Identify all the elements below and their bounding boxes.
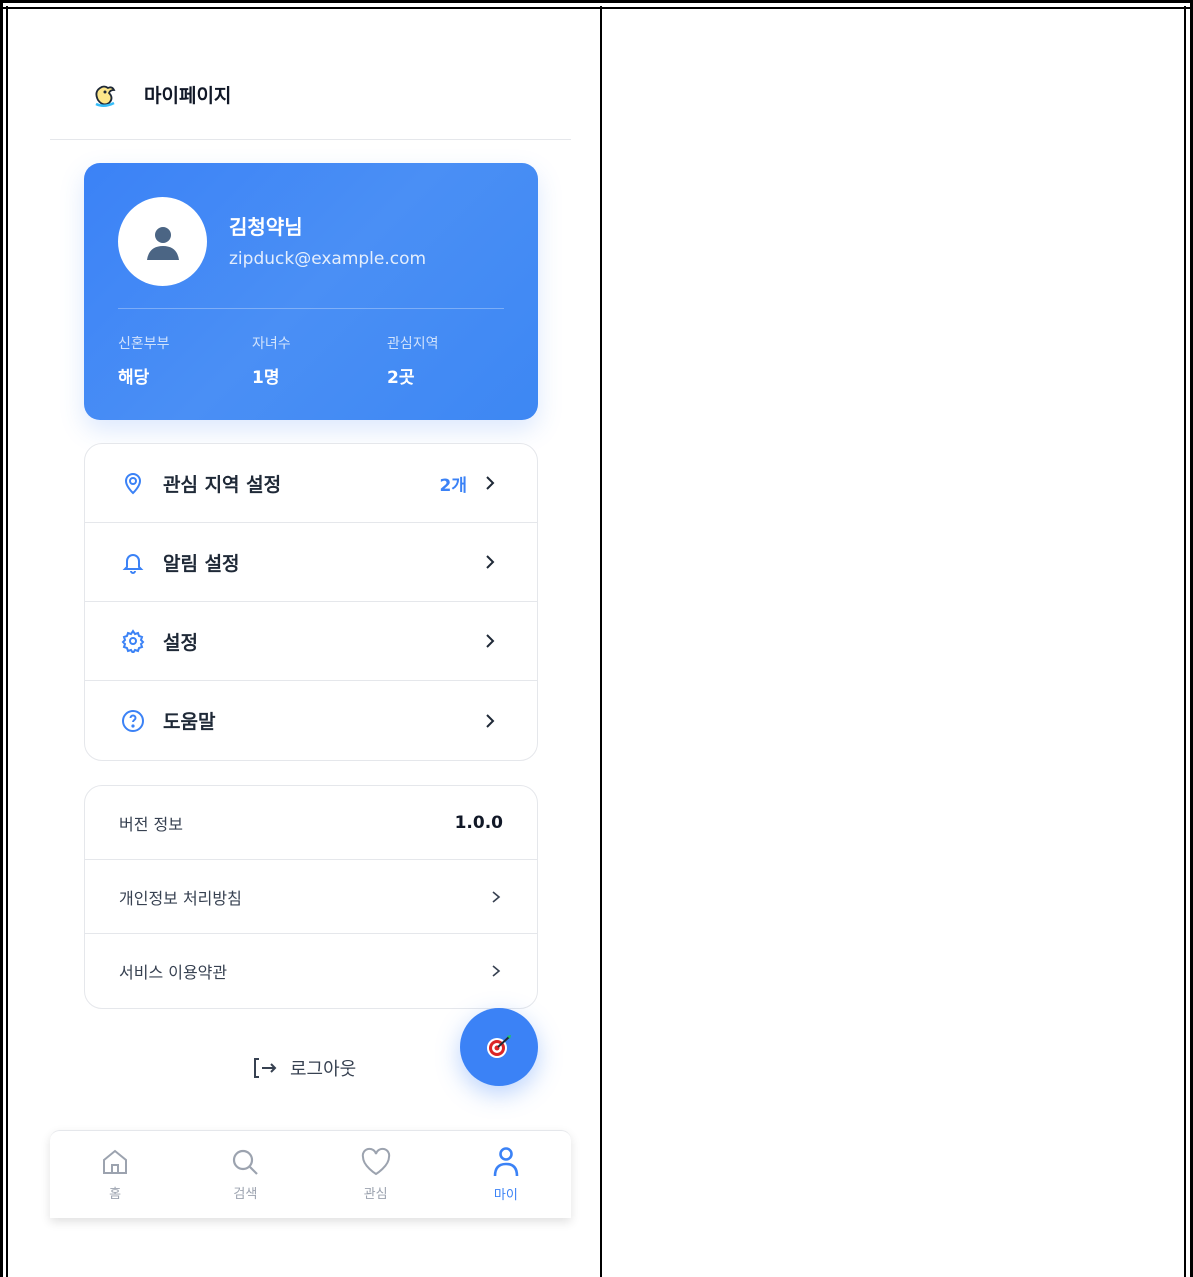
page-title: 마이페이지 — [144, 85, 232, 107]
version-value: 1.0.0 — [454, 812, 503, 833]
home-icon — [103, 1149, 128, 1174]
chevron-right-icon — [483, 634, 497, 648]
bottom-tab-bar: 홈 검색 관심 마이 — [50, 1130, 571, 1218]
stat-value: 2곳 — [387, 368, 415, 388]
chevron-right-icon — [489, 890, 503, 904]
tab-label: 검색 — [233, 1187, 258, 1202]
menu-label: 알림 설정 — [163, 552, 240, 575]
menu-item-interest-region[interactable]: 관심 지역 설정 2개 — [85, 444, 537, 523]
app-info-card: 버전 정보 1.0.0 개인정보 처리방침 서비스 이용약관 — [84, 785, 538, 1009]
profile-email: zipduck@example.com — [229, 249, 427, 269]
tab-label: 마이 — [493, 1188, 518, 1203]
tab-my[interactable]: 마이 — [441, 1131, 571, 1218]
stat-newlywed: 신혼부부 해당 — [118, 333, 170, 388]
gear-icon — [119, 627, 147, 655]
privacy-policy-row[interactable]: 개인정보 처리방침 — [85, 860, 537, 934]
chevron-right-icon — [483, 476, 497, 490]
frame-right-border — [1184, 6, 1186, 1277]
tab-favorites[interactable]: 관심 — [311, 1131, 441, 1218]
stat-value: 해당 — [118, 368, 150, 388]
version-row: 버전 정보 1.0.0 — [85, 786, 537, 860]
stat-value: 1명 — [252, 368, 280, 388]
stat-interest-region: 관심지역 2곳 — [387, 333, 439, 388]
menu-item-help[interactable]: 도움말 — [85, 681, 537, 760]
stat-children: 자녀수 1명 — [252, 333, 291, 388]
floating-action-button[interactable] — [460, 1008, 538, 1086]
frame-column-divider — [600, 6, 602, 1277]
terms-of-service-row[interactable]: 서비스 이용약관 — [85, 934, 537, 1008]
tab-home[interactable]: 홈 — [50, 1131, 180, 1218]
stat-label: 관심지역 — [387, 336, 439, 352]
menu-item-notifications[interactable]: 알림 설정 — [85, 523, 537, 602]
user-silhouette-icon — [146, 226, 179, 260]
privacy-policy-label: 개인정보 처리방침 — [119, 888, 242, 908]
chevron-right-icon — [483, 713, 497, 728]
avatar[interactable] — [118, 197, 207, 286]
logout-label: 로그아웃 — [290, 1059, 357, 1080]
stat-label: 자녀수 — [252, 336, 291, 352]
search-icon — [233, 1149, 259, 1175]
profile-card[interactable]: 김청약님 zipduck@example.com 신혼부부 해당 자녀수 1명 … — [84, 163, 538, 420]
target-dart-icon — [487, 1035, 511, 1058]
user-icon — [493, 1147, 519, 1177]
heart-icon — [361, 1147, 390, 1176]
menu-item-settings[interactable]: 설정 — [85, 602, 537, 681]
tab-label: 홈 — [109, 1187, 122, 1202]
interest-region-count: 2개 — [439, 475, 467, 496]
menu-label: 설정 — [163, 631, 198, 654]
menu-label: 도움말 — [163, 711, 216, 733]
duck-logo-icon — [90, 80, 120, 110]
bell-icon — [119, 548, 147, 576]
frame-left-border — [6, 6, 8, 1277]
stat-label: 신혼부부 — [118, 336, 170, 352]
page-header: 마이페이지 — [50, 50, 571, 140]
menu-label: 관심 지역 설정 — [163, 473, 282, 496]
tab-label: 관심 — [363, 1187, 388, 1202]
location-pin-icon — [119, 469, 147, 497]
settings-menu: 관심 지역 설정 2개 알림 설정 설정 도움말 — [84, 443, 538, 761]
logout-button[interactable]: 로그아웃 — [252, 1055, 356, 1081]
tab-search[interactable]: 검색 — [180, 1131, 310, 1218]
logout-icon — [254, 1058, 277, 1078]
version-label: 버전 정보 — [119, 814, 183, 834]
chevron-right-icon — [483, 555, 497, 569]
mobile-app: 마이페이지 김청약님 zipduck@example.com 신혼부부 해당 자… — [50, 50, 571, 1218]
profile-divider — [118, 308, 504, 309]
profile-name: 김청약님 — [229, 215, 303, 239]
terms-label: 서비스 이용약관 — [119, 963, 228, 982]
help-circle-icon — [119, 707, 147, 735]
chevron-right-icon — [489, 964, 503, 978]
